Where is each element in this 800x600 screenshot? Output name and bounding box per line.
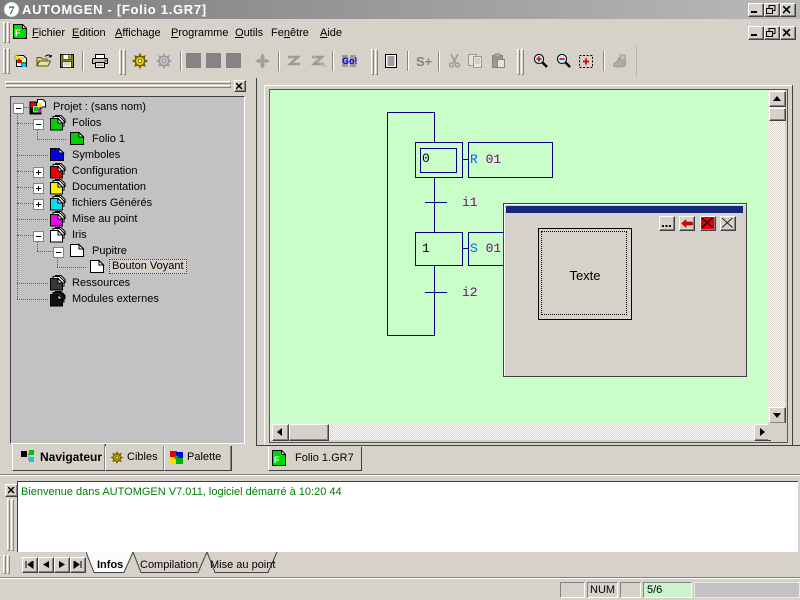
svg-text:F: F [274,455,280,465]
svg-text:F: F [15,28,21,38]
svg-text:7: 7 [9,3,15,17]
svg-text:Go!: Go! [342,56,358,66]
